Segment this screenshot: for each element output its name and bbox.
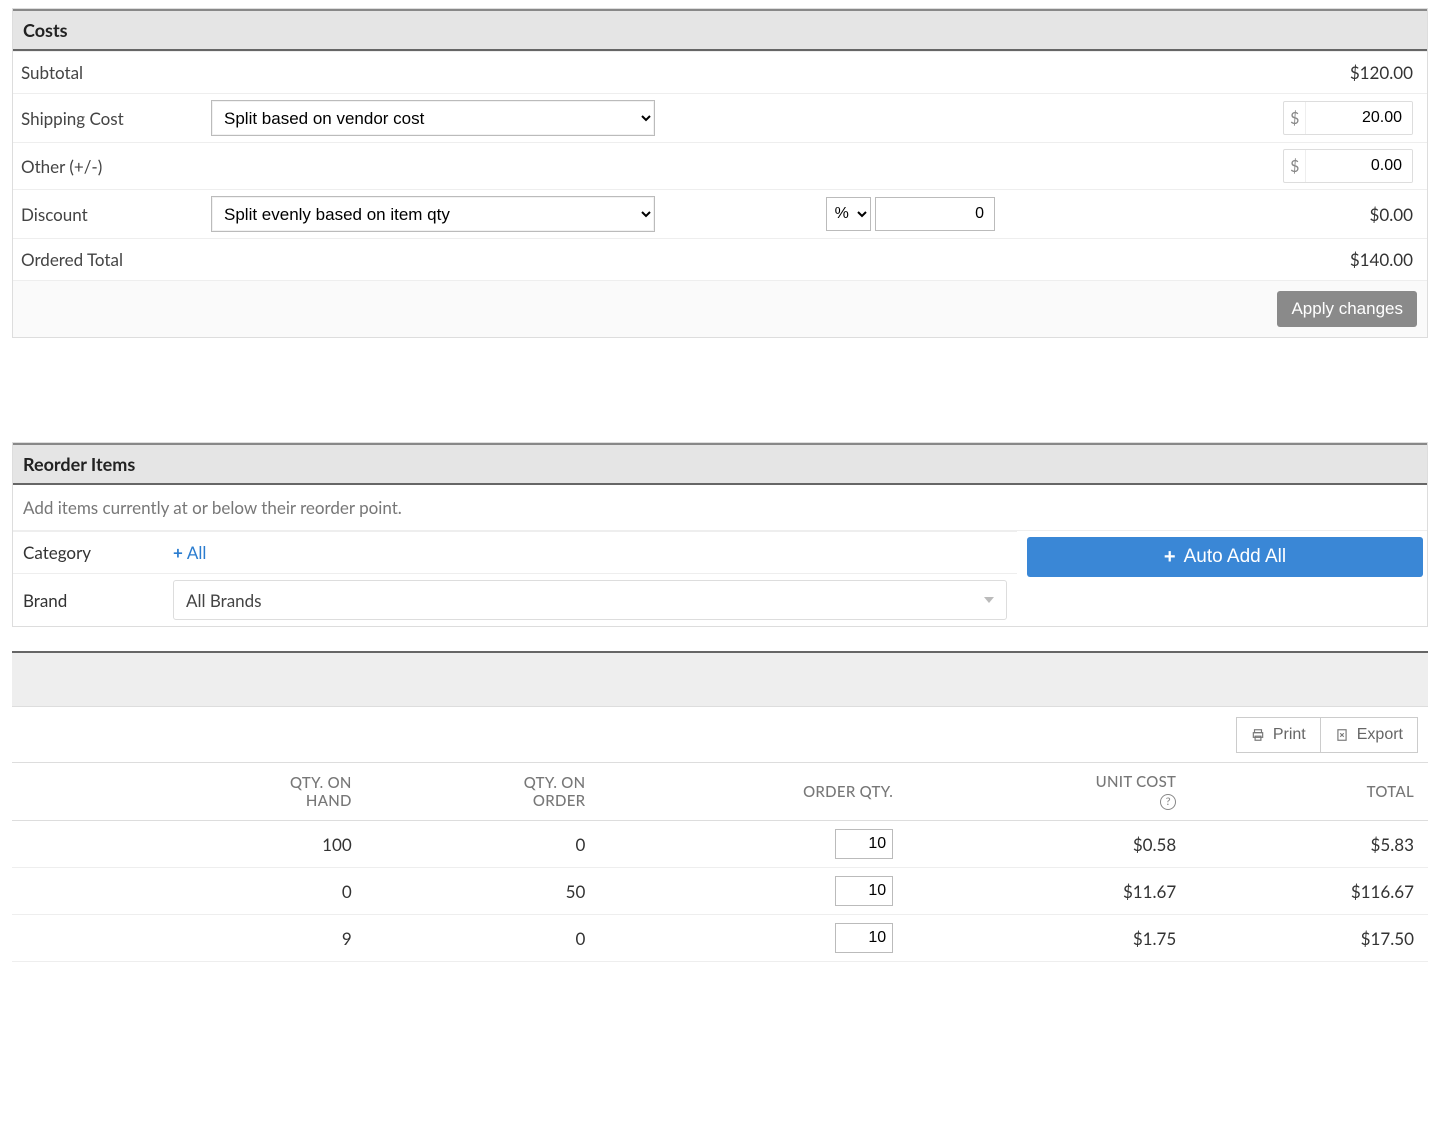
subtotal-value: $120.00 xyxy=(1003,52,1427,94)
category-label: Category xyxy=(23,542,173,563)
table-row: 90 $1.75$17.50 xyxy=(12,915,1428,962)
total-cell: $5.83 xyxy=(1190,821,1428,868)
discount-amount-input[interactable] xyxy=(875,197,995,231)
shipping-split-select[interactable]: Split based on vendor cost xyxy=(211,100,655,136)
print-button[interactable]: Print xyxy=(1236,717,1321,753)
qty-on-order-cell: 0 xyxy=(366,821,600,868)
chevron-down-icon xyxy=(984,597,994,603)
other-cost-input[interactable] xyxy=(1306,150,1412,182)
brand-label: Brand xyxy=(23,590,173,611)
items-section: Print Export QTY. ONHAND QTY. ONORDER OR… xyxy=(12,651,1428,962)
apply-changes-button[interactable]: Apply changes xyxy=(1277,291,1417,327)
export-icon xyxy=(1335,728,1349,742)
export-button[interactable]: Export xyxy=(1321,717,1418,753)
items-top-bar xyxy=(12,651,1428,707)
col-order-qty: ORDER QTY. xyxy=(599,763,907,821)
costs-panel: Costs Subtotal $120.00 Shipping Cost Spl… xyxy=(12,8,1428,338)
reorder-note: Add items currently at or below their re… xyxy=(13,485,1427,531)
discount-split-select[interactable]: Split evenly based on item qty xyxy=(211,196,655,232)
order-qty-input[interactable] xyxy=(835,923,893,953)
discount-label: Discount xyxy=(13,190,203,239)
col-qty-on-order: QTY. ONORDER xyxy=(366,763,600,821)
order-qty-input[interactable] xyxy=(835,876,893,906)
items-toolbar: Print Export xyxy=(12,707,1428,763)
unit-cost-cell: $0.58 xyxy=(907,821,1190,868)
plus-icon: + xyxy=(173,542,183,563)
help-icon[interactable]: ? xyxy=(1160,794,1176,810)
dollar-icon: $ xyxy=(1284,150,1306,182)
qty-on-hand-cell: 0 xyxy=(132,868,366,915)
other-label: Other (+/-) xyxy=(13,143,203,190)
costs-table: Subtotal $120.00 Shipping Cost Split bas… xyxy=(13,51,1427,337)
shipping-label: Shipping Cost xyxy=(13,94,203,143)
qty-on-hand-cell: 100 xyxy=(132,821,366,868)
reorder-header: Reorder Items xyxy=(13,443,1427,485)
print-icon xyxy=(1251,728,1265,742)
shipping-cost-input[interactable] xyxy=(1306,102,1412,134)
discount-value: $0.00 xyxy=(1003,190,1427,239)
reorder-panel: Reorder Items Add items currently at or … xyxy=(12,442,1428,627)
qty-on-order-cell: 0 xyxy=(366,915,600,962)
ordered-total-label: Ordered Total xyxy=(13,239,203,281)
subtotal-label: Subtotal xyxy=(13,52,203,94)
col-qty-on-hand: QTY. ONHAND xyxy=(132,763,366,821)
total-cell: $17.50 xyxy=(1190,915,1428,962)
brand-select[interactable]: All Brands xyxy=(173,580,1007,620)
category-all-link[interactable]: +All xyxy=(173,542,206,563)
unit-cost-cell: $11.67 xyxy=(907,868,1190,915)
qty-on-order-cell: 50 xyxy=(366,868,600,915)
other-cost-input-wrap: $ xyxy=(1283,149,1413,183)
plus-icon: + xyxy=(1164,546,1176,569)
total-cell: $116.67 xyxy=(1190,868,1428,915)
brand-select-value: All Brands xyxy=(186,590,262,611)
order-qty-input[interactable] xyxy=(835,829,893,859)
auto-add-all-button[interactable]: + Auto Add All xyxy=(1027,537,1423,577)
unit-cost-cell: $1.75 xyxy=(907,915,1190,962)
col-total: TOTAL xyxy=(1190,763,1428,821)
shipping-cost-input-wrap: $ xyxy=(1283,101,1413,135)
costs-header: Costs xyxy=(13,9,1427,51)
ordered-total-value: $140.00 xyxy=(1003,239,1427,281)
dollar-icon: $ xyxy=(1284,102,1306,134)
table-row: 1000 $0.58$5.83 xyxy=(12,821,1428,868)
qty-on-hand-cell: 9 xyxy=(132,915,366,962)
items-table: QTY. ONHAND QTY. ONORDER ORDER QTY. UNIT… xyxy=(12,763,1428,962)
discount-unit-select[interactable]: % xyxy=(826,197,871,231)
table-row: 050 $11.67$116.67 xyxy=(12,868,1428,915)
col-unit-cost: UNIT COST? xyxy=(907,763,1190,821)
